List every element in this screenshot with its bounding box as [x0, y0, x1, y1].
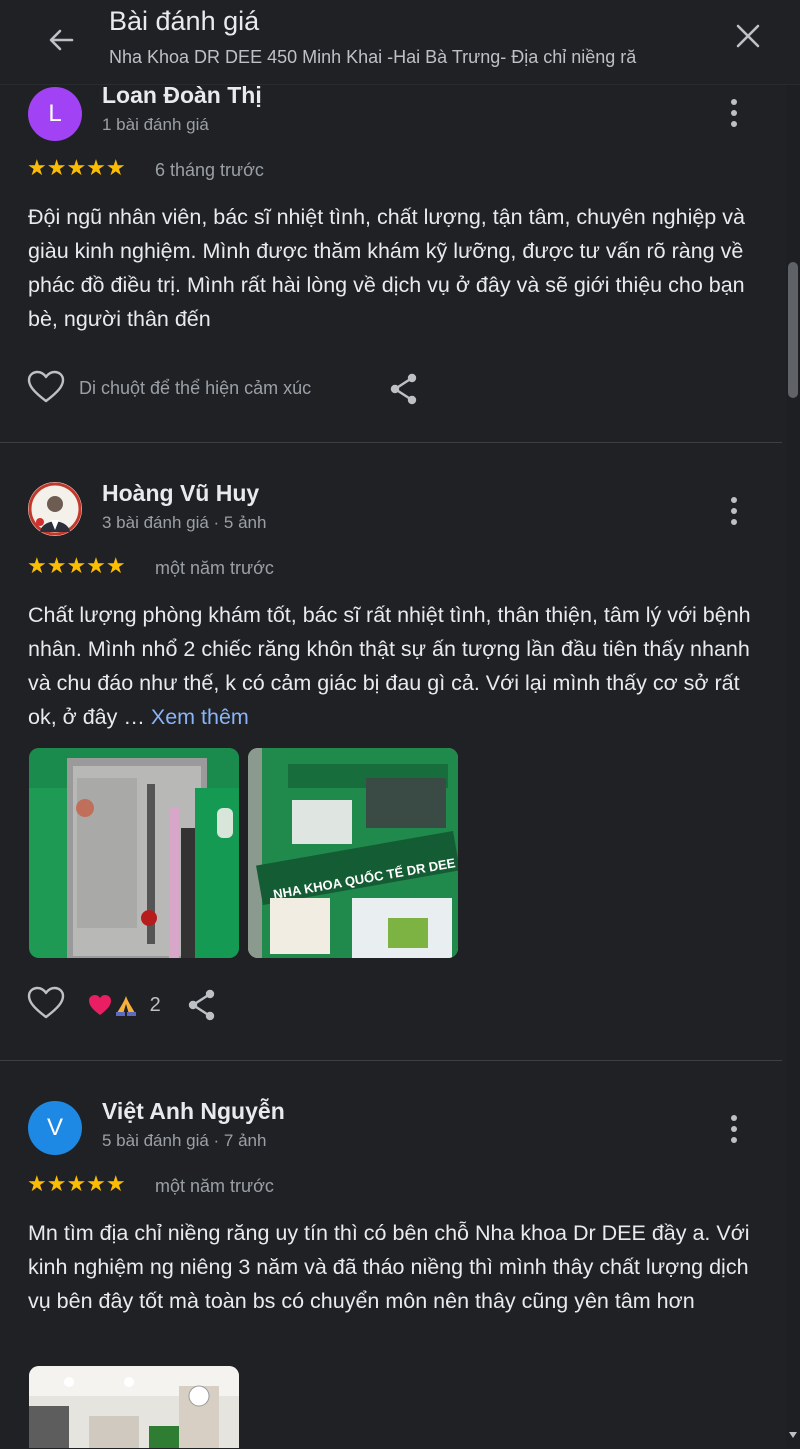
avatar[interactable]: L: [28, 87, 82, 141]
star-rating: ★★★★★: [27, 1171, 126, 1196]
more-options-button[interactable]: [718, 93, 750, 133]
avatar-letter: L: [48, 100, 62, 127]
review-text: Mn tìm địa chỉ niềng răng uy tín thì có …: [28, 1221, 750, 1313]
star-rating: ★★★★★: [27, 155, 126, 180]
reaction-summary[interactable]: 2: [88, 992, 161, 1018]
see-more-link[interactable]: Xem thêm: [151, 705, 249, 729]
reaction-hint: Di chuột để thể hiện cảm xúc: [79, 378, 312, 398]
review-photo[interactable]: NHA KHOA QUỐC TẾ DR DEE: [248, 748, 458, 958]
review-date: một năm trước: [155, 1176, 274, 1196]
arrow-left-icon: [49, 29, 74, 51]
reviewer-name[interactable]: Việt Anh Nguyễn: [102, 1098, 285, 1125]
profile-photo-icon: [28, 482, 82, 536]
close-icon: [736, 24, 760, 48]
review-text-body: Chất lượng phòng khám tốt, bác sĩ rất nh…: [28, 603, 751, 729]
reviews-list[interactable]: L Loan Đoàn Thị 1 bài đánh giá ★★★★★ 6 t…: [0, 84, 784, 1448]
clinic-building-image: NHA KHOA QUỐC TẾ DR DEE: [248, 748, 458, 958]
review-text: Chất lượng phòng khám tốt, bác sĩ rất nh…: [28, 598, 756, 734]
reviewer-meta: 3 bài đánh giá · 5 ảnh: [102, 513, 267, 532]
reviewer-name[interactable]: Loan Đoàn Thị: [102, 84, 262, 109]
share-icon: [390, 373, 417, 405]
review-photo[interactable]: [29, 748, 239, 958]
more-vert-icon: [731, 99, 737, 127]
review-date: 6 tháng trước: [155, 160, 264, 180]
dental-equipment-image: [29, 748, 239, 958]
avatar[interactable]: [28, 482, 82, 536]
more-options-button[interactable]: [718, 491, 750, 531]
back-button[interactable]: [42, 20, 82, 60]
heart-outline-icon: [27, 986, 65, 1019]
reviewer-meta: 1 bài đánh giá: [102, 115, 209, 134]
like-button[interactable]: [26, 986, 66, 1022]
review-date: một năm trước: [155, 558, 274, 578]
arrow-down-icon: [789, 1432, 797, 1438]
more-vert-icon: [731, 497, 737, 525]
close-button[interactable]: [728, 16, 768, 56]
reaction-count: 2: [149, 993, 161, 1016]
like-button[interactable]: [26, 370, 66, 406]
share-button[interactable]: [186, 988, 218, 1022]
heart-and-pray-emoji-icon: [89, 995, 136, 1016]
share-icon: [188, 989, 215, 1021]
avatar[interactable]: V: [28, 1101, 82, 1155]
avatar-letter: V: [46, 1114, 63, 1141]
share-button[interactable]: [388, 372, 420, 406]
star-rating: ★★★★★: [27, 553, 126, 578]
divider: [0, 442, 782, 443]
page-title: Bài đánh giá: [109, 6, 260, 36]
more-vert-icon: [731, 1115, 737, 1143]
heart-outline-icon: [27, 370, 65, 403]
more-options-button[interactable]: [718, 1109, 750, 1149]
reviews-header: Bài đánh giá Nha Khoa DR DEE 450 Minh Kh…: [0, 0, 800, 85]
review-text: Đội ngũ nhân viên, bác sĩ nhiệt tình, ch…: [28, 205, 745, 331]
divider: [0, 1060, 782, 1061]
clinic-interior-image: [29, 1366, 239, 1448]
place-name: Nha Khoa DR DEE 450 Minh Khai -Hai Bà Tr…: [109, 47, 637, 67]
reviewer-name[interactable]: Hoàng Vũ Huy: [102, 480, 259, 507]
reviewer-meta: 5 bài đánh giá · 7 ảnh: [102, 1131, 267, 1150]
scroll-down-button[interactable]: [786, 1426, 800, 1444]
scrollbar-thumb[interactable]: [788, 262, 798, 398]
review-photo[interactable]: [29, 1366, 239, 1448]
